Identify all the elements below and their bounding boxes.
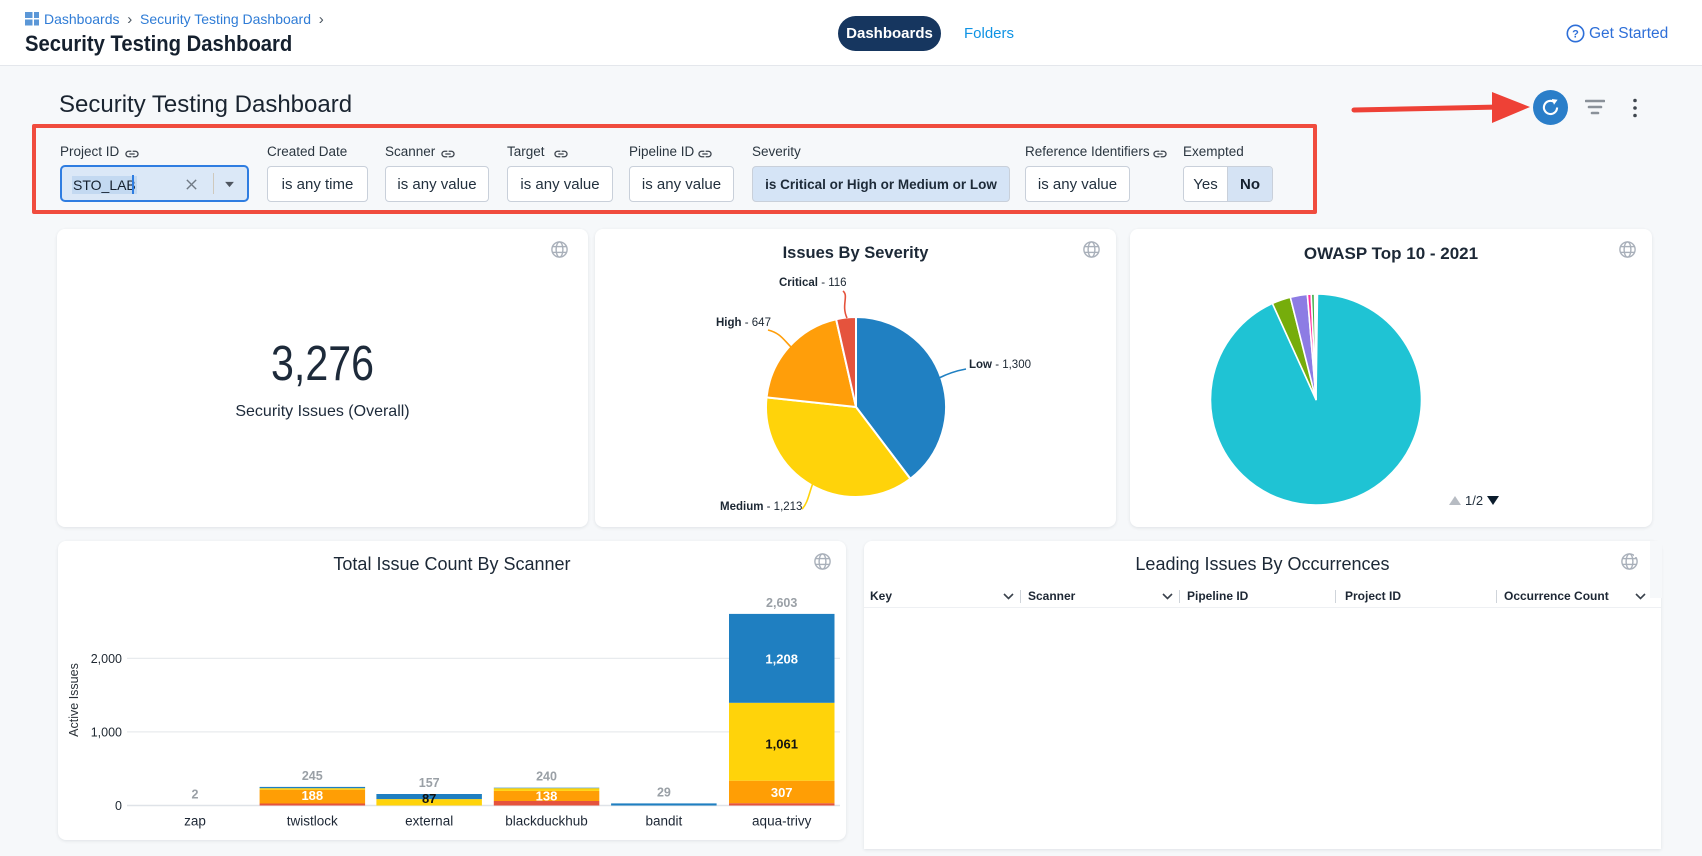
svg-text:29: 29 (657, 785, 671, 799)
svg-text:2: 2 (192, 788, 199, 802)
svg-text:157: 157 (419, 776, 440, 790)
svg-text:240: 240 (536, 770, 557, 784)
svg-text:2,000: 2,000 (91, 652, 122, 666)
svg-text:1,061: 1,061 (765, 736, 798, 751)
svg-text:245: 245 (302, 769, 323, 783)
svg-text:Active Issues: Active Issues (67, 663, 81, 737)
svg-text:188: 188 (301, 788, 323, 803)
svg-text:1,000: 1,000 (91, 725, 122, 739)
svg-text:aqua-trivy: aqua-trivy (752, 814, 812, 829)
svg-text:?: ? (1572, 29, 1579, 41)
svg-text:307: 307 (771, 785, 793, 800)
svg-text:blackduckhub: blackduckhub (505, 814, 588, 829)
svg-text:0: 0 (115, 799, 122, 813)
svg-text:bandit: bandit (646, 814, 683, 829)
svg-text:zap: zap (184, 814, 206, 829)
svg-text:external: external (405, 814, 453, 829)
svg-text:twistlock: twistlock (287, 814, 338, 829)
svg-text:2,603: 2,603 (766, 596, 797, 610)
svg-text:87: 87 (422, 791, 436, 806)
svg-text:1,208: 1,208 (765, 652, 798, 667)
svg-text:138: 138 (536, 788, 558, 803)
